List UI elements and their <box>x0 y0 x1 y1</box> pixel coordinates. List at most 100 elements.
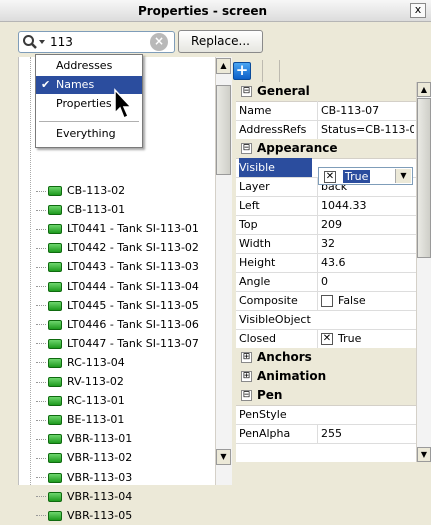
tree-connector <box>36 362 46 364</box>
category-pen[interactable]: ⊟ Pen <box>236 386 416 406</box>
close-button[interactable]: x <box>410 3 426 18</box>
object-node-icon <box>48 338 62 349</box>
tree-connector-line <box>30 57 31 485</box>
tree-item-label: VBR-113-03 <box>67 470 133 484</box>
menu-item-everything[interactable]: Everything <box>36 125 142 143</box>
chevron-down-icon[interactable]: ▼ <box>395 169 411 183</box>
menu-item-addresses[interactable]: Addresses <box>36 57 142 75</box>
clear-search-icon[interactable]: × <box>150 33 168 51</box>
tree-item[interactable]: LT0442 - Tank SI-113-02 <box>36 238 199 257</box>
tree-connector <box>36 324 46 326</box>
object-node-icon <box>48 319 62 330</box>
scroll-down-arrow-icon[interactable]: ▼ <box>216 449 231 465</box>
property-grid[interactable]: ⊟ General Name CB-113-07 AddressRefs Status… <box>236 82 416 462</box>
object-node-icon <box>48 243 62 254</box>
category-general[interactable]: ⊟ General <box>236 82 416 102</box>
category-animation[interactable]: ⊞ Animation <box>236 367 416 387</box>
object-node-icon <box>48 472 62 483</box>
search-icon[interactable] <box>22 34 48 50</box>
mouse-pointer-icon <box>112 88 134 122</box>
property-row[interactable]: Angle 0 <box>236 272 416 292</box>
tree-item-label: RV-113-02 <box>67 375 124 388</box>
property-row[interactable]: VisibleObject <box>236 310 416 330</box>
property-row-composite[interactable]: Composite False <box>236 291 416 311</box>
tree-connector <box>36 305 46 307</box>
tree-item-label: RC-113-01 <box>67 394 125 408</box>
tree-item[interactable]: LT0445 - Tank SI-113-05 <box>36 296 199 315</box>
tree-item[interactable]: LT0443 - Tank SI-113-03 <box>36 257 199 276</box>
property-row[interactable]: Name CB-113-07 <box>236 101 416 121</box>
tree-item[interactable]: BE-113-01 <box>36 410 124 429</box>
object-node-icon <box>48 205 62 216</box>
tree-connector <box>36 228 46 230</box>
tree-item-label: LT0444 - Tank SI-113-04 <box>67 279 199 293</box>
tree-item-label: LT0442 - Tank SI-113-02 <box>67 241 199 255</box>
scroll-down-arrow-icon[interactable]: ▼ <box>417 447 431 462</box>
visible-dropdown[interactable]: ✕ True ▼ <box>318 167 413 185</box>
property-row[interactable]: PenAlpha 255 <box>236 424 416 444</box>
tree-connector <box>36 438 46 440</box>
object-node-icon <box>48 510 62 521</box>
tree-scroll-thumb[interactable] <box>216 85 231 175</box>
tree-item[interactable]: CB-113-02 <box>36 181 125 200</box>
object-node-icon <box>48 434 62 445</box>
status-strip <box>236 462 431 485</box>
scroll-up-arrow-icon[interactable]: ▲ <box>216 58 231 74</box>
tree-connector <box>36 419 46 421</box>
tree-item[interactable]: VBR-113-04 <box>36 487 132 506</box>
tree-connector <box>36 266 46 268</box>
tree-item-label: CB-113-01 <box>67 203 126 217</box>
tree-item[interactable]: LT0441 - Tank SI-113-01 <box>36 219 199 238</box>
add-property-icon[interactable]: + <box>233 62 251 80</box>
tree-item[interactable]: RC-113-04 <box>36 353 125 372</box>
tree-connector <box>36 477 46 478</box>
object-node-icon <box>48 415 62 426</box>
checkbox-checked-icon[interactable]: ✕ <box>324 171 336 183</box>
tree-connector <box>36 286 46 287</box>
tree-connector <box>36 381 46 383</box>
tree-item-label: LT0443 - Tank SI-113-03 <box>67 260 199 274</box>
object-node-icon <box>48 224 62 235</box>
scroll-up-arrow-icon[interactable]: ▲ <box>417 82 431 97</box>
property-scroll-thumb[interactable] <box>417 98 431 258</box>
property-row[interactable]: Height 43.6 <box>236 253 416 273</box>
tree-item[interactable]: LT0447 - Tank SI-113-07 <box>36 334 199 353</box>
property-row[interactable]: AddressRefs Status=CB-113-0 <box>236 120 416 140</box>
replace-button[interactable]: Replace... <box>178 30 263 53</box>
tree-item[interactable]: VBR-113-03 <box>36 468 132 487</box>
checkbox-unchecked-icon[interactable] <box>321 295 333 307</box>
property-row[interactable]: Width 32 <box>236 234 416 254</box>
tree-item-label: VBR-113-05 <box>67 508 133 522</box>
tree-item[interactable]: LT0444 - Tank SI-113-04 <box>36 277 199 296</box>
object-node-icon <box>48 281 62 292</box>
category-anchors[interactable]: ⊞ Anchors <box>236 348 416 368</box>
tree-item[interactable]: VBR-113-05 <box>36 506 132 525</box>
search-value[interactable]: 113 <box>50 33 140 51</box>
tree-item[interactable]: LT0446 - Tank SI-113-06 <box>36 315 199 334</box>
property-row[interactable]: Left 1044.33 <box>236 196 416 216</box>
tree-item[interactable]: RV-113-02 <box>36 372 124 391</box>
window-title: Properties - screen <box>137 4 268 18</box>
tree-connector <box>36 209 46 211</box>
tree-item[interactable]: VBR-113-02 <box>36 448 132 467</box>
object-node-icon <box>48 262 62 273</box>
tree-item-label: VBR-113-02 <box>67 451 133 465</box>
checkmark-icon: ✔ <box>41 78 51 91</box>
tree-item[interactable]: CB-113-01 <box>36 200 125 219</box>
tree-connector <box>36 457 46 459</box>
property-row[interactable]: Top 209 <box>236 215 416 235</box>
tree-item-label: RC-113-04 <box>67 355 125 369</box>
property-row-closed[interactable]: Closed ✕ True <box>236 329 416 349</box>
tree-item-label: VBR-113-04 <box>67 489 133 503</box>
checkbox-checked-icon[interactable]: ✕ <box>321 333 333 345</box>
tree-connector <box>36 496 46 498</box>
object-node-icon <box>48 186 62 196</box>
tree-item-label: LT0445 - Tank SI-113-05 <box>67 298 199 312</box>
property-row[interactable]: PenStyle <box>236 405 416 425</box>
tree-item-label: BE-113-01 <box>67 413 125 427</box>
tree-item[interactable]: VBR-113-01 <box>36 429 132 448</box>
tree-item-label: VBR-113-01 <box>67 432 133 446</box>
category-appearance[interactable]: ⊟ Appearance <box>236 139 416 159</box>
tree-item[interactable]: RC-113-01 <box>36 391 125 410</box>
object-node-icon <box>48 377 62 387</box>
